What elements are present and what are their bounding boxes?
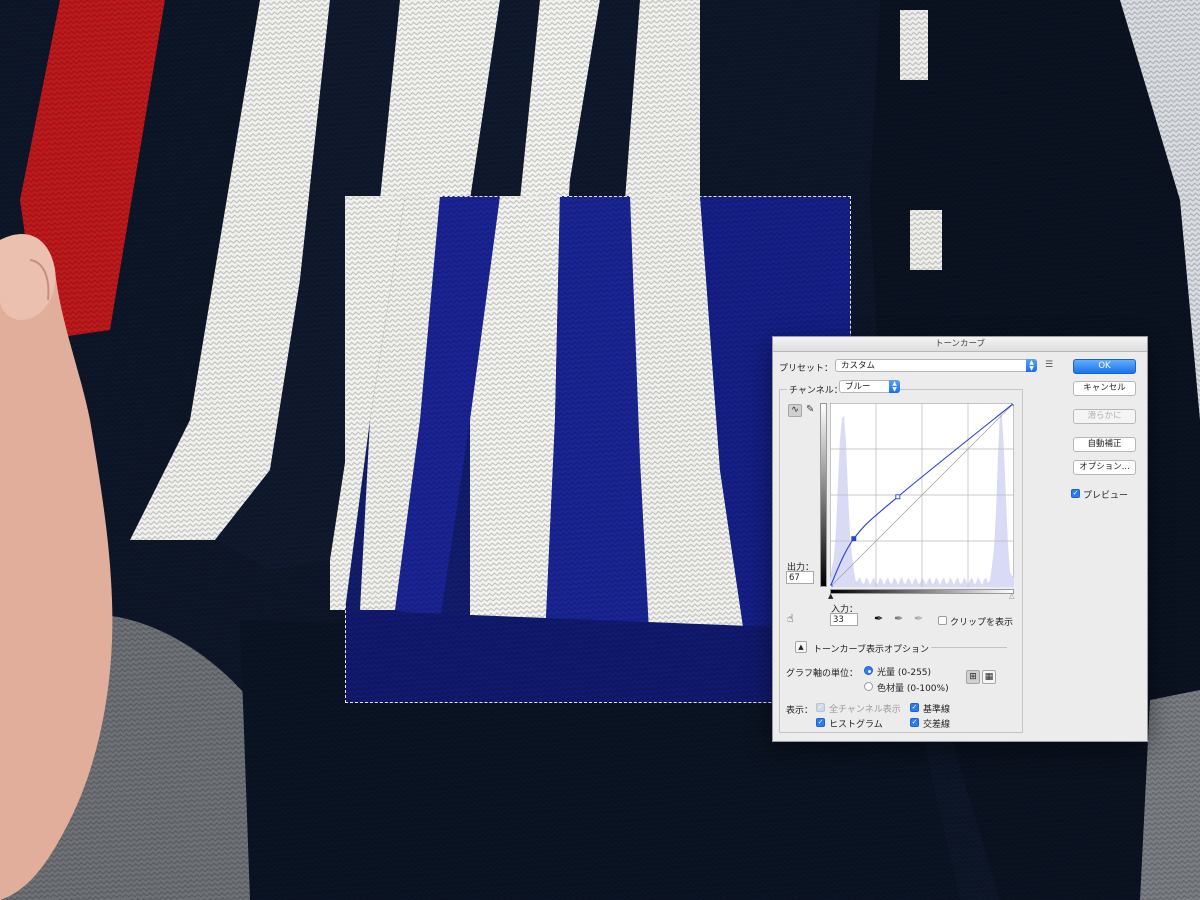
baseline-label: 基準線	[923, 705, 951, 715]
unit-light-radio[interactable]	[864, 666, 873, 675]
unit-pigment-label: 色材量 (0-100%)	[877, 684, 949, 694]
display-options-label: トーンカーブ表示オプション	[813, 645, 930, 655]
curve-tool-icon[interactable]: ∿	[788, 404, 802, 417]
simple-grid-icon[interactable]: ⊞	[966, 670, 980, 684]
show-label: 表示：	[786, 706, 814, 716]
unit-light-label: 光量 (0-255)	[877, 668, 932, 678]
chevron-updown-icon: ▲ ▼	[1026, 359, 1037, 372]
preview-label: プレビュー	[1083, 491, 1129, 501]
baseline-checkbox[interactable]: ✓	[910, 703, 919, 712]
divider	[931, 647, 1007, 648]
preset-label: プリセット：	[779, 364, 834, 374]
preset-select[interactable]: カスタム ▲ ▼	[835, 359, 1037, 372]
curve-control-point[interactable]	[851, 536, 857, 542]
curve-control-point[interactable]	[895, 494, 901, 500]
dialog-title[interactable]: トーンカーブ	[773, 337, 1147, 352]
black-point-slider[interactable]: ▲	[828, 593, 833, 600]
channel-select[interactable]: ブルー ▲ ▼	[839, 380, 900, 393]
detailed-grid-icon[interactable]: ▦	[982, 670, 996, 684]
intersection-checkbox[interactable]: ✓	[910, 718, 919, 727]
channel-label: チャンネル：	[787, 383, 845, 396]
histogram-checkbox[interactable]: ✓	[816, 718, 825, 727]
curve-control-point[interactable]	[830, 584, 833, 587]
unit-pigment-radio[interactable]	[864, 682, 873, 691]
black-point-eyedropper-icon[interactable]: ✒	[874, 612, 883, 625]
disclosure-triangle-icon[interactable]: ▲	[795, 641, 807, 653]
input-field[interactable]: 33	[830, 613, 858, 626]
ok-button[interactable]: OK	[1073, 359, 1136, 374]
smooth-button[interactable]: 滑らかに	[1073, 409, 1136, 424]
output-field[interactable]: 67	[786, 571, 814, 584]
white-point-slider[interactable]: △	[1009, 593, 1014, 600]
curve-graph[interactable]	[830, 403, 1014, 587]
curves-dialog: トーンカーブ プリセット： カスタム ▲ ▼ ☰ OK キャンセル 滑らかに 自動…	[772, 336, 1148, 742]
input-gradient-bar	[830, 589, 1014, 594]
preview-checkbox[interactable]: ✓	[1071, 489, 1080, 498]
white-point-eyedropper-icon[interactable]: ✒	[914, 612, 923, 625]
all-channels-label: 全チャンネル表示	[829, 705, 901, 715]
curve-control-point[interactable]	[1011, 403, 1014, 406]
gray-point-eyedropper-icon[interactable]: ✒	[894, 612, 903, 625]
clip-label: クリップを表示	[950, 618, 1014, 628]
hand-adjust-icon[interactable]: ☝	[787, 613, 794, 625]
chevron-updown-icon: ▲ ▼	[889, 380, 900, 393]
pencil-icon[interactable]: ✎	[806, 404, 814, 415]
preset-options-icon[interactable]: ☰	[1045, 359, 1057, 371]
histogram-label: ヒストグラム	[829, 720, 883, 730]
intersection-label: 交差線	[923, 720, 951, 730]
preset-value: カスタム	[841, 361, 876, 371]
cancel-button[interactable]: キャンセル	[1073, 381, 1136, 396]
clip-checkbox[interactable]	[938, 616, 947, 625]
units-label: グラフ軸の単位：	[786, 669, 859, 679]
output-gradient-bar	[820, 403, 827, 587]
auto-button[interactable]: 自動補正	[1073, 437, 1136, 452]
channel-value: ブルー	[845, 382, 871, 392]
all-channels-checkbox[interactable]: ✓	[816, 703, 825, 712]
options-button[interactable]: オプション...	[1073, 460, 1136, 475]
